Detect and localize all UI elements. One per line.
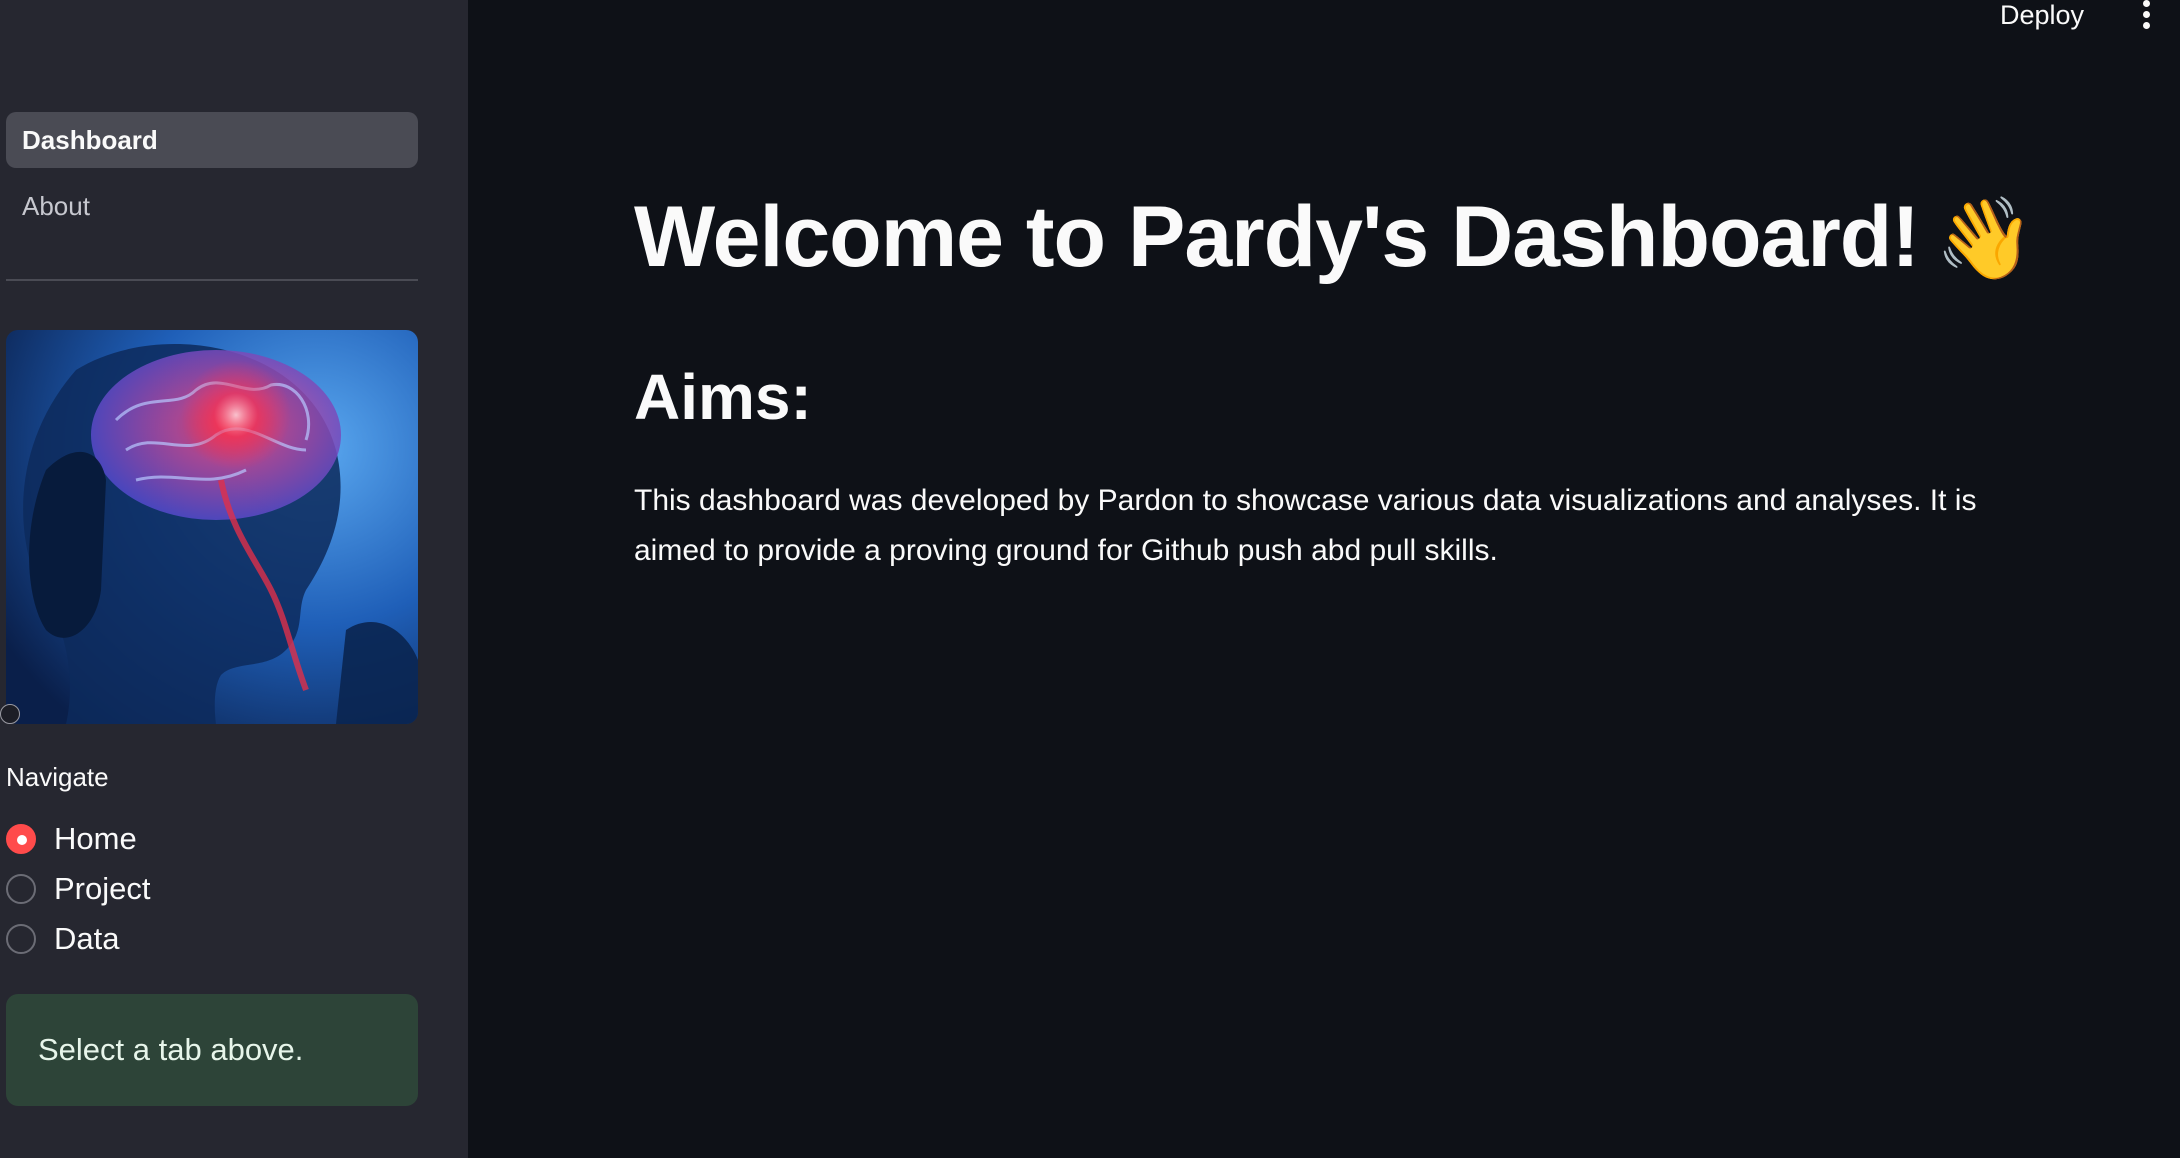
radio-option-data[interactable]: Data <box>6 919 119 959</box>
menu-dot <box>2143 0 2150 7</box>
deploy-button[interactable]: Deploy <box>2000 0 2084 32</box>
page-title: Welcome to Pardy's Dashboard! 👋 <box>634 188 2035 287</box>
aims-heading: Aims: <box>634 361 812 433</box>
nav-item-label: About <box>22 190 90 221</box>
sidebar-divider <box>6 279 418 281</box>
radio-checked-icon <box>6 824 36 854</box>
radio-option-home[interactable]: Home <box>6 819 137 859</box>
more-vertical-icon[interactable] <box>2132 0 2160 32</box>
fullscreen-icon[interactable] <box>0 704 20 724</box>
radio-option-project[interactable]: Project <box>6 869 150 909</box>
menu-dot <box>2143 11 2150 18</box>
page-title-text: Welcome to Pardy's Dashboard! <box>634 189 1920 285</box>
info-box: Select a tab above. <box>6 994 418 1106</box>
nav-item-label: Dashboard <box>22 124 158 155</box>
radio-option-label: Home <box>54 821 137 856</box>
app-root: Dashboard About Navigate Home Project Da… <box>0 0 2180 1158</box>
brain-xray-image <box>6 330 418 724</box>
radio-unchecked-icon <box>6 924 36 954</box>
waving-hand-icon: 👋 <box>1934 194 2035 283</box>
radio-option-label: Project <box>54 871 151 906</box>
nav-item-dashboard[interactable]: Dashboard <box>6 112 418 168</box>
radio-option-label: Data <box>54 921 120 956</box>
nav-item-about[interactable]: About <box>6 178 418 234</box>
aims-description: This dashboard was developed by Pardon t… <box>634 484 1977 567</box>
sidebar: Dashboard About Navigate Home Project Da… <box>0 0 468 1158</box>
radio-unchecked-icon <box>6 874 36 904</box>
menu-dot <box>2143 22 2150 29</box>
navigate-label: Navigate <box>6 762 109 792</box>
